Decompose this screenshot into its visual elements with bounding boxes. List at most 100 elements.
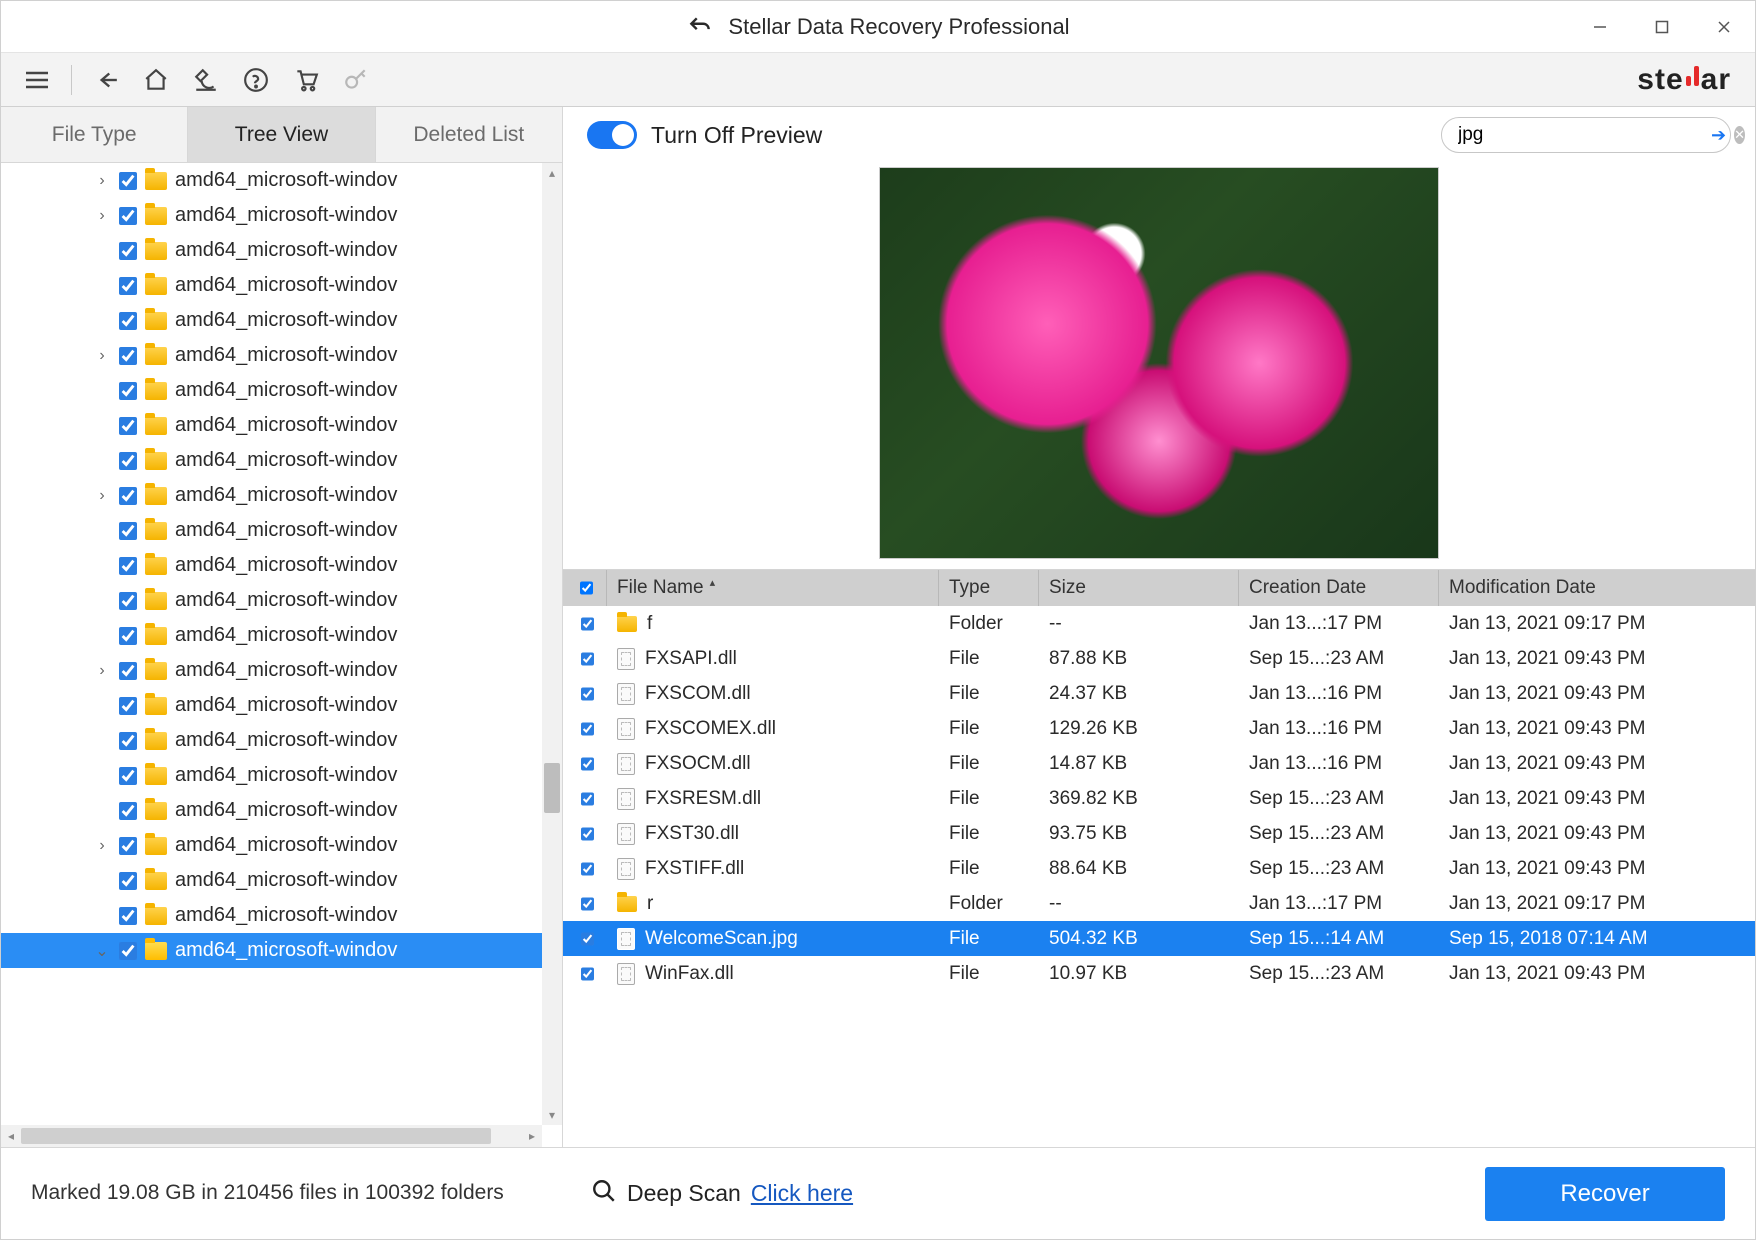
- expander-icon[interactable]: ›: [93, 487, 111, 505]
- tree-item-checkbox[interactable]: [119, 277, 137, 295]
- scroll-up-icon[interactable]: ▴: [542, 163, 562, 183]
- search-box[interactable]: ➔ ✕: [1441, 117, 1731, 153]
- tree-vertical-scrollbar[interactable]: ▴ ▾: [542, 163, 562, 1125]
- table-row[interactable]: WinFax.dllFile10.97 KBSep 15...:23 AMJan…: [563, 956, 1755, 991]
- scroll-down-icon[interactable]: ▾: [542, 1105, 562, 1125]
- table-row[interactable]: FXSOCM.dllFile14.87 KBJan 13...:16 PMJan…: [563, 746, 1755, 781]
- tree-item-checkbox[interactable]: [119, 837, 137, 855]
- tree-item[interactable]: ›amd64_microsoft-windov: [1, 198, 562, 233]
- microscope-icon[interactable]: [184, 60, 228, 100]
- cart-icon[interactable]: [284, 60, 328, 100]
- hamburger-menu-icon[interactable]: [15, 60, 59, 100]
- table-row[interactable]: FXSAPI.dllFile87.88 KBSep 15...:23 AMJan…: [563, 641, 1755, 676]
- table-row[interactable]: WelcomeScan.jpgFile504.32 KBSep 15...:14…: [563, 921, 1755, 956]
- row-checkbox[interactable]: [581, 966, 594, 982]
- tree-item-checkbox[interactable]: [119, 802, 137, 820]
- tree-item-checkbox[interactable]: [119, 557, 137, 575]
- tree-item[interactable]: amd64_microsoft-windov: [1, 723, 562, 758]
- expander-icon[interactable]: ›: [93, 837, 111, 855]
- tree-item[interactable]: amd64_microsoft-windov: [1, 548, 562, 583]
- row-checkbox[interactable]: [581, 861, 594, 877]
- tree-horizontal-scrollbar[interactable]: ◂ ▸: [1, 1125, 542, 1147]
- scroll-right-icon[interactable]: ▸: [522, 1129, 542, 1143]
- tree-item-checkbox[interactable]: [119, 697, 137, 715]
- tree-item-checkbox[interactable]: [119, 872, 137, 890]
- tree-item[interactable]: amd64_microsoft-windov: [1, 233, 562, 268]
- search-clear-icon[interactable]: ✕: [1734, 126, 1745, 144]
- tree-item-checkbox[interactable]: [119, 242, 137, 260]
- scroll-hthumb[interactable]: [21, 1128, 491, 1144]
- recover-button[interactable]: Recover: [1485, 1167, 1725, 1221]
- tree-item-checkbox[interactable]: [119, 312, 137, 330]
- col-header-size[interactable]: Size: [1039, 570, 1239, 606]
- window-close-button[interactable]: [1693, 1, 1755, 52]
- tree-item-checkbox[interactable]: [119, 627, 137, 645]
- folder-tree[interactable]: ›amd64_microsoft-windov›amd64_microsoft-…: [1, 163, 562, 1147]
- file-table-body[interactable]: fFolder--Jan 13...:17 PMJan 13, 2021 09:…: [563, 606, 1755, 1147]
- tree-item[interactable]: amd64_microsoft-windov: [1, 688, 562, 723]
- tree-item[interactable]: amd64_microsoft-windov: [1, 898, 562, 933]
- table-row[interactable]: FXSCOM.dllFile24.37 KBJan 13...:16 PMJan…: [563, 676, 1755, 711]
- tree-item-checkbox[interactable]: [119, 382, 137, 400]
- preview-toggle[interactable]: [587, 121, 637, 149]
- tree-item-checkbox[interactable]: [119, 522, 137, 540]
- tree-item-checkbox[interactable]: [119, 592, 137, 610]
- expander-icon[interactable]: ›: [93, 662, 111, 680]
- tree-item-checkbox[interactable]: [119, 732, 137, 750]
- search-input[interactable]: [1458, 124, 1703, 146]
- col-header-modification-date[interactable]: Modification Date: [1439, 570, 1755, 606]
- tree-item-checkbox[interactable]: [119, 417, 137, 435]
- undo-icon[interactable]: [686, 13, 714, 41]
- key-icon[interactable]: [334, 60, 378, 100]
- tree-item[interactable]: ›amd64_microsoft-windov: [1, 163, 562, 198]
- deep-scan-link[interactable]: Click here: [751, 1180, 853, 1207]
- tree-item-checkbox[interactable]: [119, 487, 137, 505]
- tree-item[interactable]: ›amd64_microsoft-windov: [1, 338, 562, 373]
- col-header-type[interactable]: Type: [939, 570, 1039, 606]
- row-checkbox[interactable]: [581, 651, 594, 667]
- tree-item[interactable]: amd64_microsoft-windov: [1, 793, 562, 828]
- tree-item[interactable]: amd64_microsoft-windov: [1, 373, 562, 408]
- tree-item-checkbox[interactable]: [119, 347, 137, 365]
- tree-item[interactable]: amd64_microsoft-windov: [1, 303, 562, 338]
- tree-item-checkbox[interactable]: [119, 172, 137, 190]
- table-row[interactable]: FXSTIFF.dllFile88.64 KBSep 15...:23 AMJa…: [563, 851, 1755, 886]
- row-checkbox[interactable]: [581, 931, 594, 947]
- tree-item[interactable]: ›amd64_microsoft-windov: [1, 828, 562, 863]
- tree-item-checkbox[interactable]: [119, 767, 137, 785]
- tree-item[interactable]: amd64_microsoft-windov: [1, 618, 562, 653]
- tab-file-type[interactable]: File Type: [1, 107, 188, 162]
- tree-item[interactable]: amd64_microsoft-windov: [1, 408, 562, 443]
- tree-item[interactable]: amd64_microsoft-windov: [1, 268, 562, 303]
- row-checkbox[interactable]: [581, 896, 594, 912]
- table-row[interactable]: rFolder--Jan 13...:17 PMJan 13, 2021 09:…: [563, 886, 1755, 921]
- tree-item-checkbox[interactable]: [119, 662, 137, 680]
- back-icon[interactable]: [84, 60, 128, 100]
- tree-item[interactable]: ›amd64_microsoft-windov: [1, 653, 562, 688]
- col-header-creation-date[interactable]: Creation Date: [1239, 570, 1439, 606]
- tree-item[interactable]: amd64_microsoft-windov: [1, 513, 562, 548]
- row-checkbox[interactable]: [581, 721, 594, 737]
- tree-item-checkbox[interactable]: [119, 207, 137, 225]
- home-icon[interactable]: [134, 60, 178, 100]
- tree-item[interactable]: amd64_microsoft-windov: [1, 443, 562, 478]
- col-header-name[interactable]: File Name▴: [607, 570, 939, 606]
- tree-item[interactable]: amd64_microsoft-windov: [1, 758, 562, 793]
- table-row[interactable]: FXSCOMEX.dllFile129.26 KBJan 13...:16 PM…: [563, 711, 1755, 746]
- expander-icon[interactable]: ⌄: [93, 941, 111, 961]
- tree-item-checkbox[interactable]: [119, 942, 137, 960]
- table-row[interactable]: FXSRESM.dllFile369.82 KBSep 15...:23 AMJ…: [563, 781, 1755, 816]
- tab-tree-view[interactable]: Tree View: [188, 107, 375, 162]
- row-checkbox[interactable]: [581, 756, 594, 772]
- row-checkbox[interactable]: [581, 686, 594, 702]
- select-all-checkbox[interactable]: [580, 580, 593, 596]
- table-row[interactable]: FXST30.dllFile93.75 KBSep 15...:23 AMJan…: [563, 816, 1755, 851]
- table-row[interactable]: fFolder--Jan 13...:17 PMJan 13, 2021 09:…: [563, 606, 1755, 641]
- tab-deleted-list[interactable]: Deleted List: [376, 107, 562, 162]
- expander-icon[interactable]: ›: [93, 172, 111, 190]
- search-go-icon[interactable]: ➔: [1711, 125, 1726, 146]
- tree-item[interactable]: ⌄amd64_microsoft-windov: [1, 933, 562, 968]
- tree-item[interactable]: amd64_microsoft-windov: [1, 863, 562, 898]
- row-checkbox[interactable]: [581, 616, 594, 632]
- tree-item-checkbox[interactable]: [119, 907, 137, 925]
